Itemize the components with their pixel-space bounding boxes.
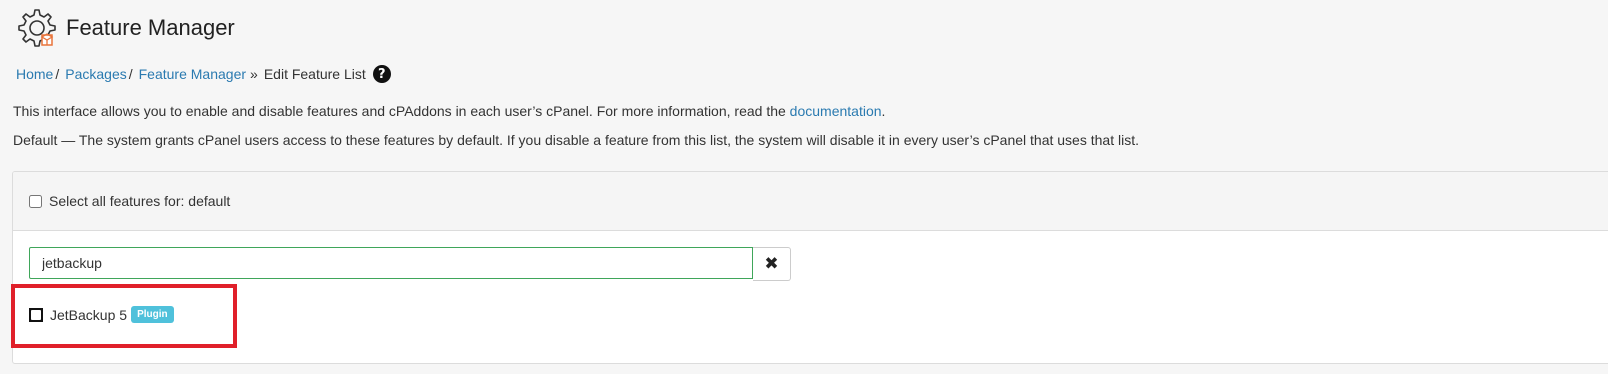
breadcrumb: Home / Packages / Feature Manager » Edit… — [16, 64, 391, 84]
feature-search-input[interactable] — [29, 247, 753, 279]
question-circle-icon[interactable]: ? — [372, 65, 391, 83]
page-title: Feature Manager — [66, 15, 235, 40]
description-text: This interface allows you to enable and … — [13, 103, 790, 119]
breadcrumb-current: Edit Feature List — [263, 66, 366, 82]
clear-search-button[interactable]: ✖ — [753, 247, 791, 281]
description-line-2: Default — The system grants cPanel users… — [13, 132, 1139, 148]
description-line-1: This interface allows you to enable and … — [13, 103, 885, 119]
page-header: Feature Manager — [14, 6, 235, 50]
feature-item: JetBackup 5 Plugin — [29, 306, 174, 323]
feature-list-panel: Select all features for: default ✖ JetBa… — [12, 171, 1608, 364]
description-period: . — [881, 103, 886, 119]
select-all-label[interactable]: Select all features for: default — [49, 193, 230, 209]
breadcrumb-home-link[interactable]: Home — [16, 66, 53, 82]
documentation-link[interactable]: documentation — [790, 103, 882, 119]
breadcrumb-separator: / — [55, 66, 60, 82]
breadcrumb-feature-manager-link[interactable]: Feature Manager — [139, 66, 246, 82]
select-all-checkbox[interactable] — [29, 194, 42, 208]
breadcrumb-separator: / — [128, 66, 133, 82]
feature-label[interactable]: JetBackup 5 — [50, 307, 127, 323]
plugin-badge: Plugin — [131, 306, 174, 323]
breadcrumb-packages-link[interactable]: Packages — [65, 66, 126, 82]
feature-search-group: ✖ — [29, 247, 791, 281]
close-icon: ✖ — [764, 254, 779, 274]
breadcrumb-separator: » — [250, 66, 258, 82]
panel-heading: Select all features for: default — [13, 172, 1608, 231]
feature-manager-gear-icon — [14, 7, 56, 49]
feature-checkbox-jetbackup[interactable] — [29, 307, 43, 322]
